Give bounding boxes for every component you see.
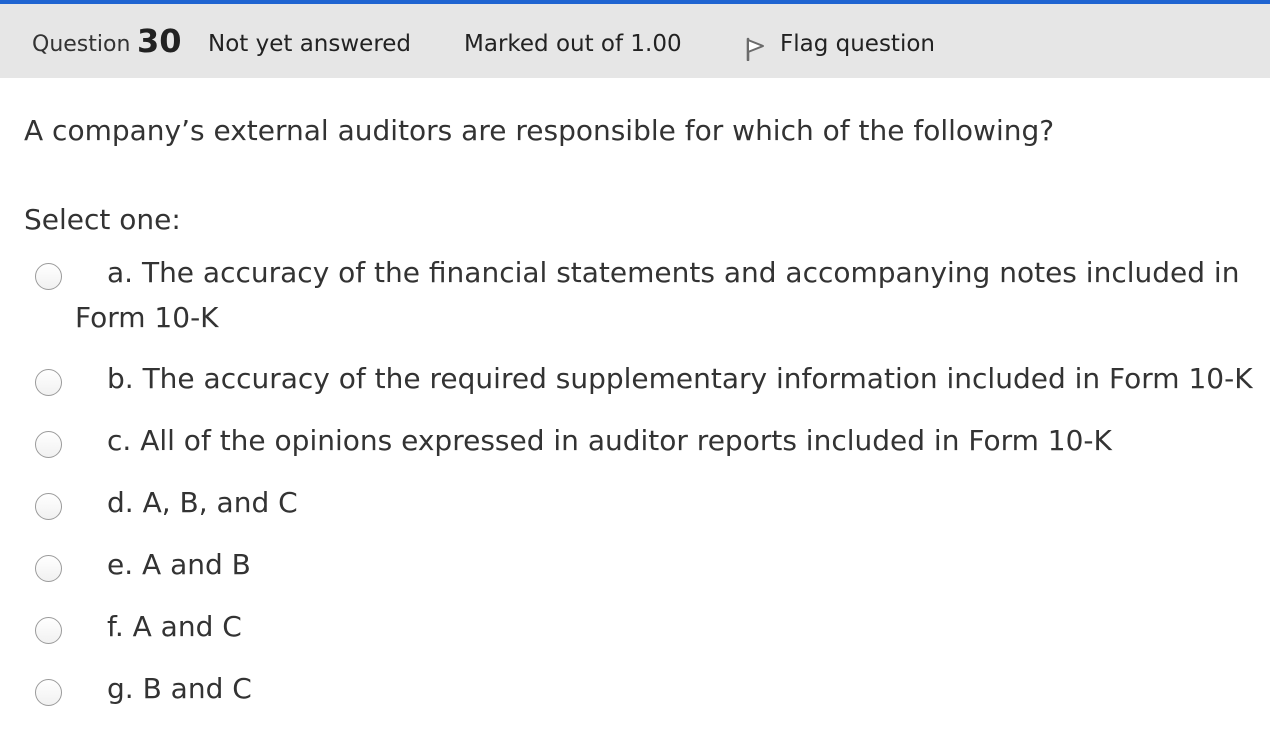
answer-b-text: b. The accuracy of the required suppleme… [107, 362, 1253, 395]
radio-button-b[interactable] [35, 369, 62, 396]
answer-option-f[interactable]: f. A and C [0, 608, 1270, 648]
answer-option-e[interactable]: e. A and B [0, 546, 1270, 586]
answer-e-text: e. A and B [107, 548, 251, 581]
answer-option-d[interactable]: d. A, B, and C [0, 484, 1270, 524]
answer-c-text: c. All of the opinions expressed in audi… [107, 424, 1112, 457]
answer-option-b[interactable]: b. The accuracy of the required suppleme… [0, 360, 1270, 400]
radio-button-g[interactable] [35, 679, 62, 706]
radio-button-d[interactable] [35, 493, 62, 520]
answer-a-text-line2: Form 10-K [75, 301, 219, 334]
answer-f-text: f. A and C [107, 610, 242, 643]
answer-d-text: d. A, B, and C [107, 486, 298, 519]
answer-a-text-line1: a. The accuracy of the financial stateme… [107, 256, 1240, 289]
radio-button-f[interactable] [35, 617, 62, 644]
answer-option-g[interactable]: g. B and C [0, 670, 1270, 710]
radio-button-e[interactable] [35, 555, 62, 582]
radio-button-a[interactable] [35, 263, 62, 290]
answer-options: a. The accuracy of the financial stateme… [0, 0, 1270, 736]
radio-button-c[interactable] [35, 431, 62, 458]
quiz-question-page: Question 30 Not yet answered Marked out … [0, 0, 1270, 736]
answer-option-c[interactable]: c. All of the opinions expressed in audi… [0, 422, 1270, 462]
answer-g-text: g. B and C [107, 672, 252, 705]
answer-option-a[interactable]: a. The accuracy of the financial stateme… [0, 254, 1270, 334]
